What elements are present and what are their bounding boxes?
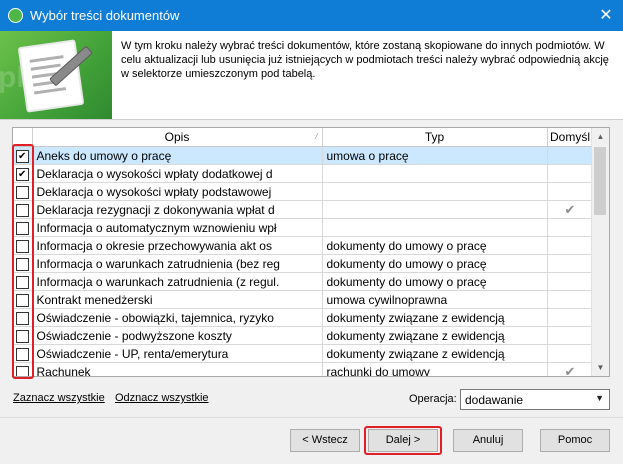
cell-opis: Deklaracja rezygnacji z dokonywania wpła… xyxy=(32,200,323,219)
cell-opis: Aneks do umowy o pracę xyxy=(32,146,323,165)
table-row[interactable]: Deklaracja o wysokości wpłaty dodatkowej… xyxy=(13,164,594,183)
select-all-link[interactable]: Zaznacz wszystkie xyxy=(13,392,105,404)
cell-domysl xyxy=(547,146,594,165)
table-row[interactable]: Deklaracja o wysokości wpłaty podstawowe… xyxy=(13,182,594,201)
cell-domysl xyxy=(547,182,594,201)
app-icon xyxy=(8,8,23,23)
help-button[interactable]: Pomoc xyxy=(540,429,610,452)
table-row[interactable]: Informacja o warunkach zatrudnienia (z r… xyxy=(13,272,594,291)
cell-domysl: ✔ xyxy=(547,200,594,219)
wizard-header: pl W tym kroku należy wybrać treści doku… xyxy=(0,31,623,120)
documents-grid: Opis ⁄ Typ Domyśl Aneks do umowy o pracę… xyxy=(12,127,610,377)
cell-opis: Oświadczenie - UP, renta/emerytura xyxy=(32,344,323,363)
close-button[interactable]: ✕ xyxy=(589,0,623,31)
cell-typ xyxy=(322,218,548,237)
next-button-highlight xyxy=(364,426,442,455)
cell-opis: Informacja o warunkach zatrudnienia (z r… xyxy=(32,272,323,291)
cell-opis: Informacja o automatycznym wznowieniu wp… xyxy=(32,218,323,237)
table-row[interactable]: Informacja o warunkach zatrudnienia (bez… xyxy=(13,254,594,273)
banner-image: pl xyxy=(0,31,112,119)
cell-domysl xyxy=(547,272,594,291)
title-bar: Wybór treści dokumentów ✕ xyxy=(0,0,623,31)
column-header-opis[interactable]: Opis ⁄ xyxy=(32,128,323,147)
cell-domysl xyxy=(547,308,594,327)
cell-opis: Informacja o okresie przechowywania akt … xyxy=(32,236,323,255)
cell-opis: Rachunek xyxy=(32,362,323,376)
cell-domysl xyxy=(547,236,594,255)
cell-domysl xyxy=(547,254,594,273)
cell-typ: dokumenty do umowy o pracę xyxy=(322,272,548,291)
cell-opis: Deklaracja o wysokości wpłaty podstawowe… xyxy=(32,182,323,201)
scroll-down-icon[interactable]: ▼ xyxy=(592,359,609,376)
table-row[interactable]: Aneks do umowy o pracęumowa o pracę xyxy=(13,146,594,165)
cell-domysl xyxy=(547,290,594,309)
vertical-scrollbar[interactable]: ▲ ▼ xyxy=(591,128,609,376)
table-row[interactable]: Informacja o okresie przechowywania akt … xyxy=(13,236,594,255)
chevron-down-icon[interactable]: ▼ xyxy=(595,393,604,403)
operation-select-value: dodawanie xyxy=(465,393,524,407)
checkmark-icon: ✔ xyxy=(564,363,576,377)
documents-table: Opis ⁄ Typ Domyśl Aneks do umowy o pracę… xyxy=(13,128,594,377)
table-row[interactable]: Kontrakt menedżerski umowa cywilnoprawna xyxy=(13,290,594,309)
cancel-button[interactable]: Anuluj xyxy=(453,429,523,452)
cell-typ xyxy=(322,164,548,183)
scrollbar-thumb[interactable] xyxy=(594,147,606,215)
cell-typ xyxy=(322,200,548,219)
window-title: Wybór treści dokumentów xyxy=(30,8,180,23)
cell-typ: umowa o pracę xyxy=(322,146,548,165)
cell-typ: dokumenty związane z ewidencją xyxy=(322,344,548,363)
table-row[interactable]: Oświadczenie - obowiązki, tajemnica, ryz… xyxy=(13,308,594,327)
operation-select[interactable]: dodawanie ▼ xyxy=(460,389,610,410)
cell-typ: dokumenty związane z ewidencją xyxy=(322,308,548,327)
scroll-up-icon[interactable]: ▲ xyxy=(592,128,609,145)
cell-domysl xyxy=(547,344,594,363)
cell-opis: Oświadczenie - podwyższone koszty xyxy=(32,326,323,345)
back-button[interactable]: < Wstecz xyxy=(290,429,360,452)
column-header-domysl[interactable]: Domyśl xyxy=(547,128,594,147)
deselect-all-link[interactable]: Odznacz wszystkie xyxy=(115,392,209,404)
table-row[interactable]: Oświadczenie - podwyższone koszty dokumen… xyxy=(13,326,594,345)
table-row[interactable]: Informacja o automatycznym wznowieniu wp… xyxy=(13,218,594,237)
cell-domysl xyxy=(547,164,594,183)
cell-domysl xyxy=(547,218,594,237)
table-row[interactable]: Oświadczenie - UP, renta/emerytura dokume… xyxy=(13,344,594,363)
cell-typ: dokumenty do umowy o pracę xyxy=(322,236,548,255)
cell-opis: Oświadczenie - obowiązki, tajemnica, ryz… xyxy=(32,308,323,327)
cell-domysl: ✔ xyxy=(547,362,594,377)
cell-typ: dokumenty związane z ewidencją xyxy=(322,326,548,345)
column-header-typ[interactable]: Typ xyxy=(322,128,548,147)
cell-typ xyxy=(322,182,548,201)
step-description: W tym kroku należy wybrać treści dokumen… xyxy=(121,40,609,80)
table-row[interactable]: Rachunek rachunki do umowy ✔ xyxy=(13,362,594,377)
cell-typ: dokumenty do umowy o pracę xyxy=(322,254,548,273)
sort-icon: ⁄ xyxy=(316,132,318,141)
cell-typ: rachunki do umowy xyxy=(322,362,548,376)
checkbox-column-highlight xyxy=(12,144,34,379)
cell-opis: Deklaracja o wysokości wpłaty dodatkowej… xyxy=(32,164,323,183)
cell-opis: Informacja o warunkach zatrudnienia (bez… xyxy=(32,254,323,273)
cell-opis: Kontrakt menedżerski xyxy=(32,290,323,309)
cell-domysl xyxy=(547,326,594,345)
table-row[interactable]: Deklaracja rezygnacji z dokonywania wpła… xyxy=(13,200,594,219)
grid-header-row: Opis ⁄ Typ Domyśl xyxy=(13,128,594,147)
column-header-opis-label: Opis xyxy=(164,130,190,144)
checkmark-icon: ✔ xyxy=(564,201,576,217)
operation-label: Operacja: xyxy=(409,393,457,405)
cell-typ: umowa cywilnoprawna xyxy=(322,290,548,309)
